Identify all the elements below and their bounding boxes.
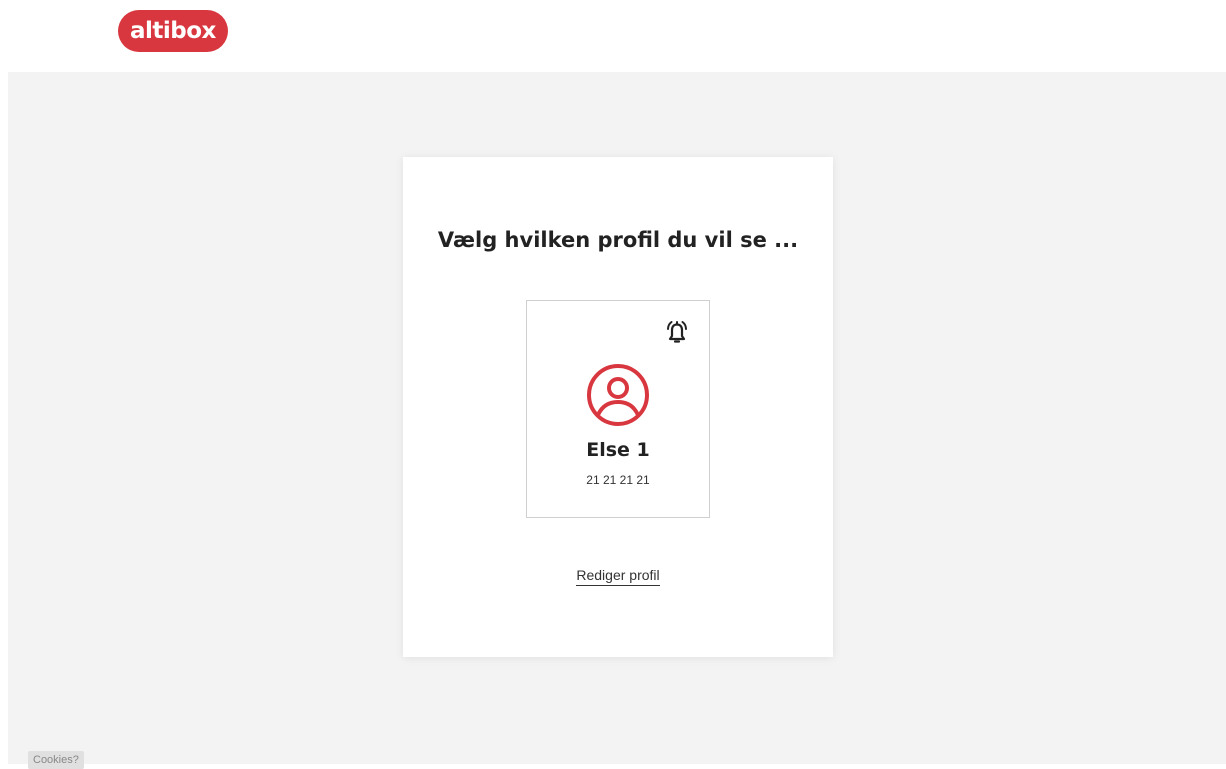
page-title: Vælg hvilken profil du vil se ... xyxy=(437,228,799,252)
main-content: Vælg hvilken profil du vil se ... Else 1… xyxy=(8,72,1226,764)
header: altibox xyxy=(0,0,1226,72)
profile-tile-else-1[interactable]: Else 1 21 21 21 21 xyxy=(526,300,710,518)
cookies-button[interactable]: Cookies? xyxy=(28,751,84,769)
user-circle-icon xyxy=(587,364,649,426)
edit-profile-link-wrap: Rediger profil xyxy=(403,567,833,586)
profile-selection-card: Vælg hvilken profil du vil se ... Else 1… xyxy=(403,157,833,657)
profile-phone: 21 21 21 21 xyxy=(586,473,650,487)
profile-name: Else 1 xyxy=(586,439,650,461)
bell-icon[interactable] xyxy=(659,315,695,351)
edit-profile-link[interactable]: Rediger profil xyxy=(576,567,660,586)
altibox-logo[interactable]: altibox xyxy=(118,10,228,52)
